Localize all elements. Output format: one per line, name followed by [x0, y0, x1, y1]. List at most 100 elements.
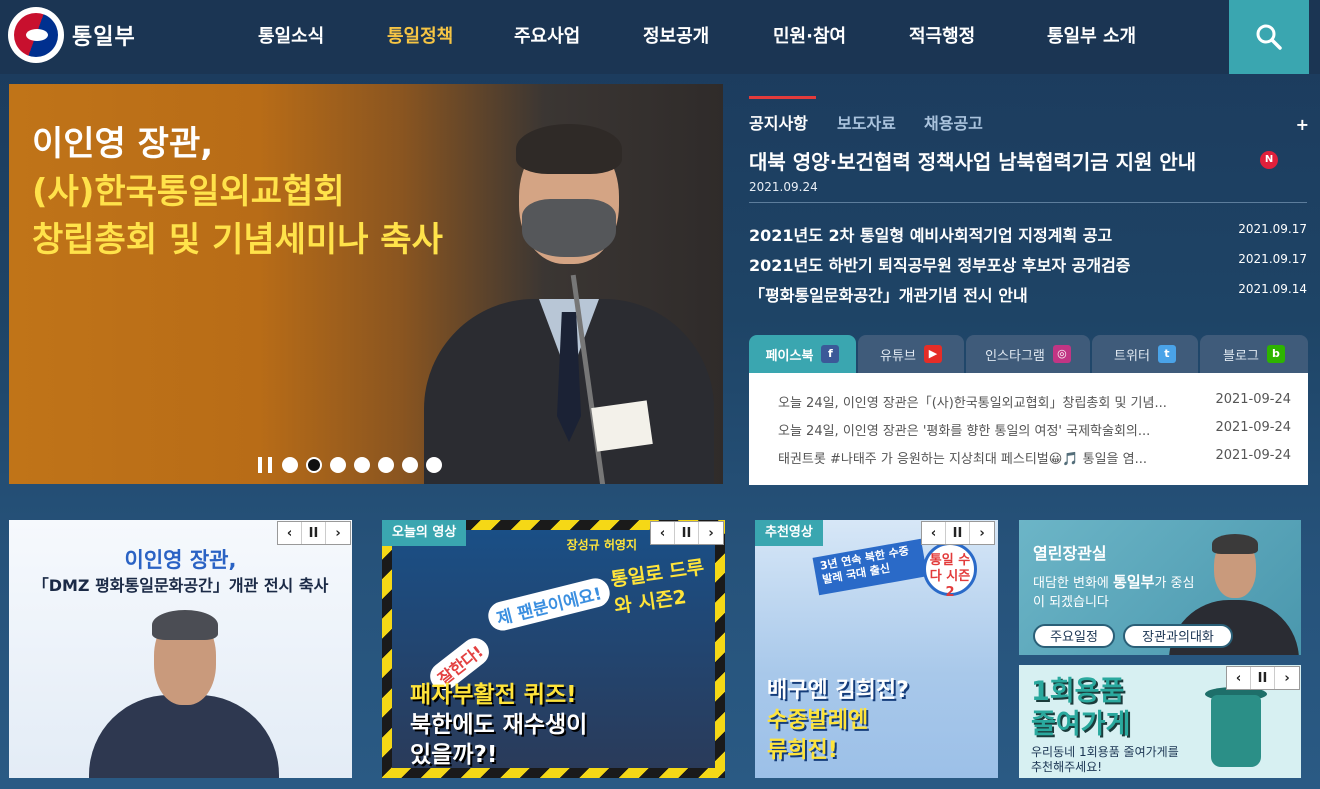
video-tag: 3년 연속 북한 수중발레 국대 출신 — [812, 538, 928, 596]
minister-photo — [89, 695, 279, 778]
tab-instagram[interactable]: 인스타그램 ◎ — [966, 335, 1090, 373]
main-banner-slide[interactable]: 이인영 장관, (사)한국통일외교협회 창립총회 및 기념세미나 축사 — [9, 84, 723, 484]
new-badge: N — [1260, 151, 1278, 169]
caption-line: 패자부활전 퀴즈! — [410, 682, 577, 708]
banner-slider-controls — [258, 457, 450, 473]
nav-item-proactive[interactable]: 적극행정 — [909, 22, 975, 48]
speech-bubble: 제 팬분이에요! — [485, 575, 613, 634]
sns-post: 오늘 24일, 이인영 장관은「(사)한국통일외교협회」창립총회 및 기념...… — [778, 392, 1291, 411]
twitter-icon: t — [1157, 345, 1176, 363]
instagram-icon: ◎ — [1052, 345, 1071, 363]
nav-item-projects[interactable]: 주요사업 — [514, 22, 580, 48]
pause-icon[interactable]: II — [946, 522, 970, 544]
tab-twitter[interactable]: 트위터 t — [1092, 335, 1198, 373]
tab-press[interactable]: 보도자료 — [837, 110, 896, 134]
prev-icon[interactable]: ‹ — [922, 522, 946, 544]
tab-blog[interactable]: 블로그 b — [1200, 335, 1308, 373]
notice-item-date: 2021.09.17 — [1238, 222, 1307, 236]
slide-dot-active[interactable] — [306, 457, 322, 473]
youtube-icon: ▶ — [923, 345, 942, 363]
sns-post-text[interactable]: 오늘 24일, 이인영 장관은 '평화를 향한 통일의 여정' 국제학술회의..… — [778, 420, 1208, 439]
card2-controls: ‹ II › — [650, 521, 724, 545]
tab-notice[interactable]: 공지사항 — [749, 110, 808, 134]
slide-dot[interactable] — [330, 457, 346, 473]
show-hosts: 장성규 허영지 — [566, 538, 637, 552]
card-minister-dmz[interactable]: 이인영 장관, 「DMZ 평화통일문화공간」개관 전시 축사 ‹ II › — [9, 520, 352, 778]
video-caption: 패자부활전 퀴즈! 북한에도 재수생이 있을까?! — [410, 680, 587, 770]
sns-tabs: 페이스북 f 유튜브 ▶ 인스타그램 ◎ 트위터 t 블로그 b — [749, 335, 1308, 373]
sns-post-list: 오늘 24일, 이인영 장관은「(사)한국통일외교협회」창립총회 및 기념...… — [749, 373, 1308, 485]
prev-icon[interactable]: ‹ — [1227, 667, 1251, 689]
sns-panel: 페이스북 f 유튜브 ▶ 인스타그램 ◎ 트위터 t 블로그 b 오늘 24일,… — [749, 335, 1308, 485]
search-button[interactable] — [1229, 0, 1309, 74]
blog-icon: b — [1266, 345, 1285, 363]
notice-item-date: 2021.09.14 — [1238, 282, 1307, 296]
sns-post-text[interactable]: 태권트롯 #나태주 가 응원하는 지상최대 페스티벌😀🎵 통일을 염... — [778, 448, 1208, 467]
pause-icon[interactable]: II — [302, 522, 326, 544]
show-logo: 통일로 드루와 시즌2 — [609, 556, 706, 618]
notice-item: 2021년도 2차 통일형 예비사회적기업 지정계획 공고 2021.09.17 — [749, 222, 1307, 246]
card-today-video[interactable]: 장성규 허영지 통일로 드루와 시즌2 제 팬분이에요! 잘한다! 패자부활전 … — [382, 520, 725, 778]
banner-title-line1: 이인영 장관, — [32, 124, 214, 164]
next-icon[interactable]: › — [699, 522, 723, 544]
prev-icon[interactable]: ‹ — [278, 522, 302, 544]
card1-controls: ‹ II › — [277, 521, 351, 545]
facebook-icon: f — [821, 345, 840, 363]
nav-item-disclosure[interactable]: 정보공개 — [643, 22, 709, 48]
tab-label: 유튜브 — [880, 348, 916, 364]
tab-facebook[interactable]: 페이스북 f — [749, 335, 856, 373]
tab-label: 트위터 — [1114, 348, 1150, 364]
active-tab-indicator — [749, 96, 816, 99]
slide-dot[interactable] — [402, 457, 418, 473]
prev-icon[interactable]: ‹ — [651, 522, 675, 544]
pause-icon[interactable] — [258, 457, 272, 473]
caption-line: 류희진! — [767, 738, 838, 763]
slide-dot[interactable] — [378, 457, 394, 473]
card-recommended-video[interactable]: 추천영상 3년 연속 북한 수중발레 국대 출신 통일 수다 시즌2 배구엔 김… — [755, 520, 998, 778]
caption-line: 북한에도 재수생이 — [410, 712, 588, 738]
next-icon[interactable]: › — [970, 522, 994, 544]
nav-item-civil[interactable]: 민원·참여 — [773, 22, 846, 48]
pause-icon[interactable]: II — [1251, 667, 1275, 689]
notice-item-date: 2021.09.17 — [1238, 252, 1307, 266]
site-logo[interactable]: 통일부 — [8, 7, 136, 63]
nav-item-policy[interactable]: 통일정책 — [387, 22, 453, 48]
slide-dot[interactable] — [282, 457, 298, 473]
nav-item-about[interactable]: 통일부 소개 — [1047, 22, 1136, 48]
notice-item-title[interactable]: 「평화통일문화공간」개관기념 전시 안내 — [749, 282, 1028, 306]
nav-item-news[interactable]: 통일소식 — [258, 22, 324, 48]
tab-label: 인스타그램 — [985, 348, 1045, 364]
card3-controls: ‹ II › — [921, 521, 995, 545]
campaign-desc: 우리동네 1회용품 줄여가게를 추천해주세요! — [1031, 745, 1179, 774]
slide-dot[interactable] — [354, 457, 370, 473]
sns-post-date: 2021-09-24 — [1215, 448, 1291, 463]
talk-with-minister-button[interactable]: 장관과의대화 — [1123, 624, 1233, 648]
tab-youtube[interactable]: 유튜브 ▶ — [858, 335, 964, 373]
card-disposable-campaign[interactable]: 1회용품 줄여가게 우리동네 1회용품 줄여가게를 추천해주세요! ‹ II › — [1019, 665, 1301, 778]
site-header: 통일부 통일소식 통일정책 주요사업 정보공개 민원·참여 적극행정 통일부 소… — [0, 0, 1320, 74]
notice-item: 2021년도 하반기 퇴직공무원 정부포상 후보자 공개검증 2021.09.1… — [749, 252, 1307, 276]
notice-headline-date: 2021.09.24 — [749, 180, 818, 194]
notice-headline[interactable]: 대북 영양·보건협력 정책사업 남북협력기금 지원 안내 — [749, 146, 1196, 175]
notice-item-title[interactable]: 2021년도 하반기 퇴직공무원 정부포상 후보자 공개검증 — [749, 252, 1131, 276]
sns-post: 태권트롯 #나태주 가 응원하는 지상최대 페스티벌😀🎵 통일을 염... 20… — [778, 448, 1291, 467]
schedule-button[interactable]: 주요일정 — [1033, 624, 1115, 648]
minister-photo — [404, 124, 723, 484]
tab-recruit[interactable]: 채용공고 — [924, 110, 983, 134]
next-icon[interactable]: › — [326, 522, 350, 544]
show-logo: 통일 수다 시즌2 — [923, 542, 977, 600]
notice-item-title[interactable]: 2021년도 2차 통일형 예비사회적기업 지정계획 공고 — [749, 222, 1112, 246]
more-plus-icon[interactable]: + — [1296, 110, 1309, 140]
caption-line: 배구엔 김희진? — [767, 678, 909, 703]
slide-dot[interactable] — [426, 457, 442, 473]
card1-title: 이인영 장관, — [124, 548, 237, 572]
sns-post-text[interactable]: 오늘 24일, 이인영 장관은「(사)한국통일외교협회」창립총회 및 기념... — [778, 392, 1208, 411]
card-label: 오늘의 영상 — [382, 520, 467, 546]
card5-controls: ‹ II › — [1226, 666, 1300, 690]
tab-label: 페이스북 — [765, 348, 814, 364]
next-icon[interactable]: › — [1275, 667, 1299, 689]
logo-text: 통일부 — [72, 25, 136, 50]
pause-icon[interactable]: II — [675, 522, 699, 544]
cup-icon — [1211, 695, 1261, 767]
video-thumbnail: 장성규 허영지 통일로 드루와 시즌2 제 팬분이에요! 잘한다! 패자부활전 … — [392, 530, 715, 768]
